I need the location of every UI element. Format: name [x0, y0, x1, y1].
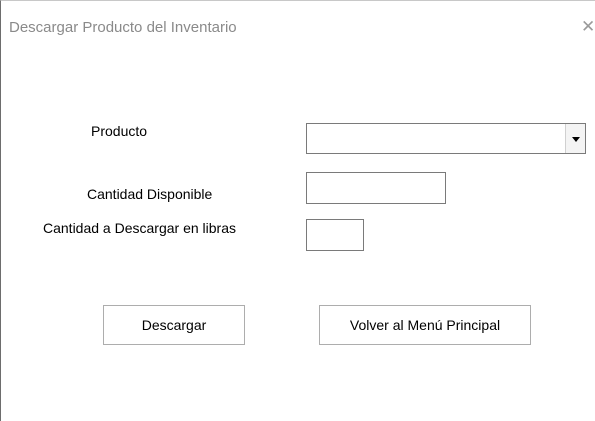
window-title: Descargar Producto del Inventario — [9, 19, 237, 36]
producto-label: Producto — [91, 123, 148, 139]
title-bar: Descargar Producto del Inventario ✕ — [1, 1, 595, 61]
cantidad-disponible-label: Cantidad Disponible — [87, 186, 213, 202]
cantidad-descargar-field[interactable] — [306, 219, 364, 251]
producto-combobox[interactable] — [306, 123, 586, 154]
descargar-button[interactable]: Descargar — [103, 305, 245, 345]
chevron-down-icon[interactable] — [565, 124, 585, 153]
cantidad-descargar-label: Cantidad a Descargar en libras — [43, 220, 236, 236]
cantidad-disponible-field[interactable] — [306, 172, 446, 204]
volver-menu-principal-button[interactable]: Volver al Menú Principal — [319, 305, 531, 345]
dialog-window: Descargar Producto del Inventario ✕ Prod… — [0, 0, 595, 421]
close-icon[interactable]: ✕ — [581, 17, 595, 37]
